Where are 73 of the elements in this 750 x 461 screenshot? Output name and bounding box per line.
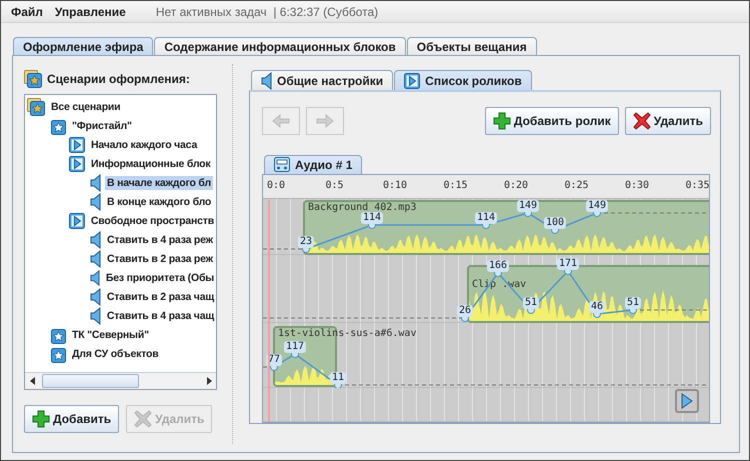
menu-item[interactable]: Управление xyxy=(50,4,134,18)
time-label: 0:5 xyxy=(325,180,344,191)
star-folder-icon xyxy=(24,70,42,88)
point-value: 166 xyxy=(486,260,510,272)
tab[interactable]: Оформление эфира xyxy=(13,37,154,55)
tab[interactable]: Список роликов xyxy=(394,70,532,90)
play-icon xyxy=(69,156,85,172)
tab[interactable]: Содержание информационных блоков xyxy=(154,37,406,55)
point-value: 114 xyxy=(360,212,384,224)
right-arrow-icon xyxy=(316,114,334,128)
play-icon xyxy=(404,72,420,88)
time-label: 0:0 xyxy=(266,180,286,191)
add-button[interactable]: Добавить xyxy=(24,405,120,433)
delete-button[interactable]: Удалить xyxy=(624,107,711,135)
speaker-icon xyxy=(90,230,101,248)
tree-item[interactable]: В начале каждого бл xyxy=(105,176,213,190)
time-label: 0:30 xyxy=(624,180,650,191)
point-value: 100 xyxy=(544,217,566,230)
panel-title: Сценарии оформления: xyxy=(47,72,190,86)
point-value: 149 xyxy=(516,200,540,212)
plus-icon xyxy=(492,112,511,130)
time-label: 0:10 xyxy=(382,180,408,191)
tab[interactable]: Аудио # 1 xyxy=(264,155,362,174)
cassette-icon xyxy=(274,157,290,172)
play-button[interactable] xyxy=(675,388,699,413)
tree-item[interactable]: Ставить в 4 раза чащ xyxy=(104,308,216,322)
status-text: Нет активных задач | 6:32:37 (Суббота) xyxy=(156,4,378,18)
tree-item[interactable]: Начало каждого часа xyxy=(89,138,200,152)
tree-item[interactable]: ТК "Северный" xyxy=(70,328,151,342)
point-value: 26 xyxy=(456,304,474,317)
time-label: 0:15 xyxy=(443,180,468,191)
point-value: 114 xyxy=(474,212,498,224)
star-folder-icon xyxy=(27,98,45,116)
tree-item[interactable]: Ставить в 2 раза чащ xyxy=(104,290,216,304)
speaker-icon xyxy=(261,72,272,90)
menu-item[interactable]: Файл xyxy=(7,4,51,18)
tree-item[interactable]: Свободное пространств xyxy=(88,214,216,228)
tree-item[interactable]: Без приоритета (Обы xyxy=(104,270,216,284)
time-label: 0:20 xyxy=(504,180,528,191)
speaker-icon xyxy=(90,306,101,324)
tree-item[interactable]: Для СУ объектов xyxy=(70,346,160,360)
left-caret-icon[interactable] xyxy=(30,377,36,385)
tab[interactable]: Общие настройки xyxy=(251,70,394,90)
speaker-icon xyxy=(90,268,100,286)
clip-name: Background_402.mp3 xyxy=(308,202,416,214)
point-value: 171 xyxy=(556,258,580,270)
add-clip-button[interactable]: Добавить ролик xyxy=(484,107,619,135)
x-icon xyxy=(134,410,152,428)
point-value: 11 xyxy=(330,372,346,384)
time-label: 0:25 xyxy=(564,180,589,191)
tree-item[interactable]: Информационные блок xyxy=(89,156,212,170)
time-label: 0:35 xyxy=(685,180,709,191)
plus-icon xyxy=(32,410,50,428)
point-value: 149 xyxy=(586,200,608,212)
tab[interactable]: Объекты вещания xyxy=(406,37,537,55)
tree-item[interactable]: Ставить в 2 раза реж xyxy=(105,252,215,266)
play-icon xyxy=(681,392,693,409)
point-value: 23 xyxy=(298,236,314,248)
speaker-icon xyxy=(90,288,101,306)
left-arrow-icon xyxy=(272,114,290,128)
tree-item[interactable]: Ставить в 4 раза реж xyxy=(105,232,215,246)
play-icon xyxy=(69,212,85,228)
speaker-icon xyxy=(90,250,101,268)
x-icon xyxy=(632,112,651,130)
speaker-icon xyxy=(90,174,101,192)
waveform xyxy=(275,364,335,385)
speaker-icon xyxy=(90,192,101,210)
tree-item[interactable]: Все сценарии xyxy=(49,100,122,114)
horizontal-scrollbar[interactable] xyxy=(25,372,216,389)
play-icon xyxy=(69,136,85,152)
tree-item[interactable]: "Фристайл" xyxy=(70,118,134,132)
tree-item[interactable]: В конце каждого бло xyxy=(105,194,214,208)
right-caret-icon[interactable] xyxy=(206,377,212,385)
